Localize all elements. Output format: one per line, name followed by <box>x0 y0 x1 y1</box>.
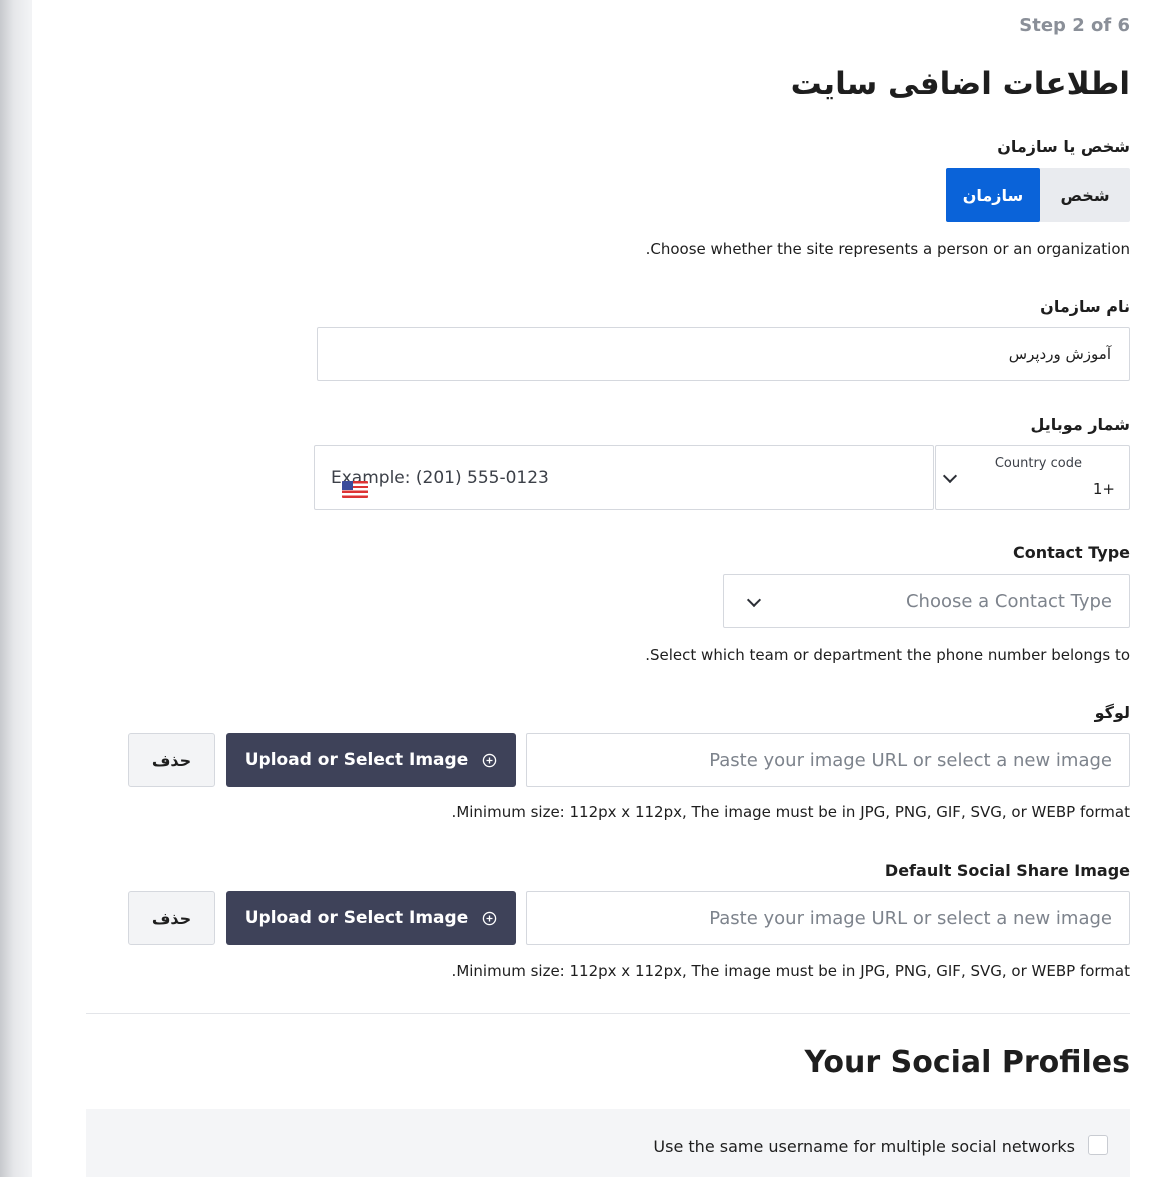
page-title: اطلاعات اضافی سایت <box>790 66 1130 102</box>
social-section-title: Your Social Profiles <box>804 1045 1130 1080</box>
logo-help: .Minimum size: 112px x 112px, The image … <box>451 803 1130 821</box>
org-name-input[interactable]: آموزش وردپرس <box>317 327 1130 381</box>
contact-type-select[interactable]: Choose a Contact Type <box>723 574 1130 628</box>
chevron-down-icon <box>746 592 762 608</box>
chevron-down-icon <box>942 468 958 484</box>
section-divider <box>86 1013 1130 1014</box>
country-code-value: 1+ <box>1092 480 1115 498</box>
contact-type-placeholder: Choose a Contact Type <box>905 591 1112 612</box>
logo-url-input[interactable]: Paste your image URL or select a new ima… <box>526 733 1130 787</box>
org-name-label: نام سازمان <box>1040 297 1130 316</box>
entity-label: شخص یا سازمان <box>997 137 1130 156</box>
plus-circle-icon <box>482 753 497 767</box>
social-options-box: Use the same username for multiple socia… <box>86 1109 1130 1177</box>
share-image-url-placeholder: Paste your image URL or select a new ima… <box>709 908 1112 929</box>
share-image-upload-button[interactable]: Upload or Select Image <box>226 891 516 945</box>
logo-url-placeholder: Paste your image URL or select a new ima… <box>709 750 1112 771</box>
same-username-checkbox[interactable] <box>1088 1135 1108 1155</box>
logo-label: لوگو <box>1094 703 1130 722</box>
settings-panel: Step 2 of 6 اطلاعات اضافی سایت شخص یا سا… <box>32 0 1165 1177</box>
contact-type-help: .Select which team or department the pho… <box>645 646 1130 664</box>
option-organization[interactable]: سازمان <box>946 168 1040 222</box>
phone-input[interactable]: Example: (201) 555-0123 <box>314 445 934 510</box>
logo-remove-button[interactable]: حذف <box>128 733 215 787</box>
mobile-label: شمار موبایل <box>1030 415 1131 434</box>
us-flag-icon <box>342 481 368 498</box>
entity-help: .Choose whether the site represents a pe… <box>645 240 1130 258</box>
entity-toggle: سازمان شخص <box>946 168 1130 222</box>
contact-type-label: Contact Type <box>1012 543 1130 562</box>
share-image-url-input[interactable]: Paste your image URL or select a new ima… <box>526 891 1130 945</box>
share-image-label: Default Social Share Image <box>884 861 1130 880</box>
country-code-select[interactable]: Country code 1+ <box>935 445 1130 510</box>
plus-circle-icon <box>482 911 497 925</box>
logo-upload-button[interactable]: Upload or Select Image <box>226 733 516 787</box>
country-code-label: Country code <box>994 456 1082 471</box>
share-image-remove-button[interactable]: حذف <box>128 891 215 945</box>
logo-upload-label: Upload or Select Image <box>244 750 469 770</box>
org-name-value: آموزش وردپرس <box>1008 345 1111 363</box>
step-indicator: Step 2 of 6 <box>1019 15 1130 36</box>
same-username-label: Use the same username for multiple socia… <box>653 1137 1075 1156</box>
option-person[interactable]: شخص <box>1040 168 1130 222</box>
share-image-help: .Minimum size: 112px x 112px, The image … <box>451 962 1130 980</box>
share-image-upload-label: Upload or Select Image <box>244 908 469 928</box>
